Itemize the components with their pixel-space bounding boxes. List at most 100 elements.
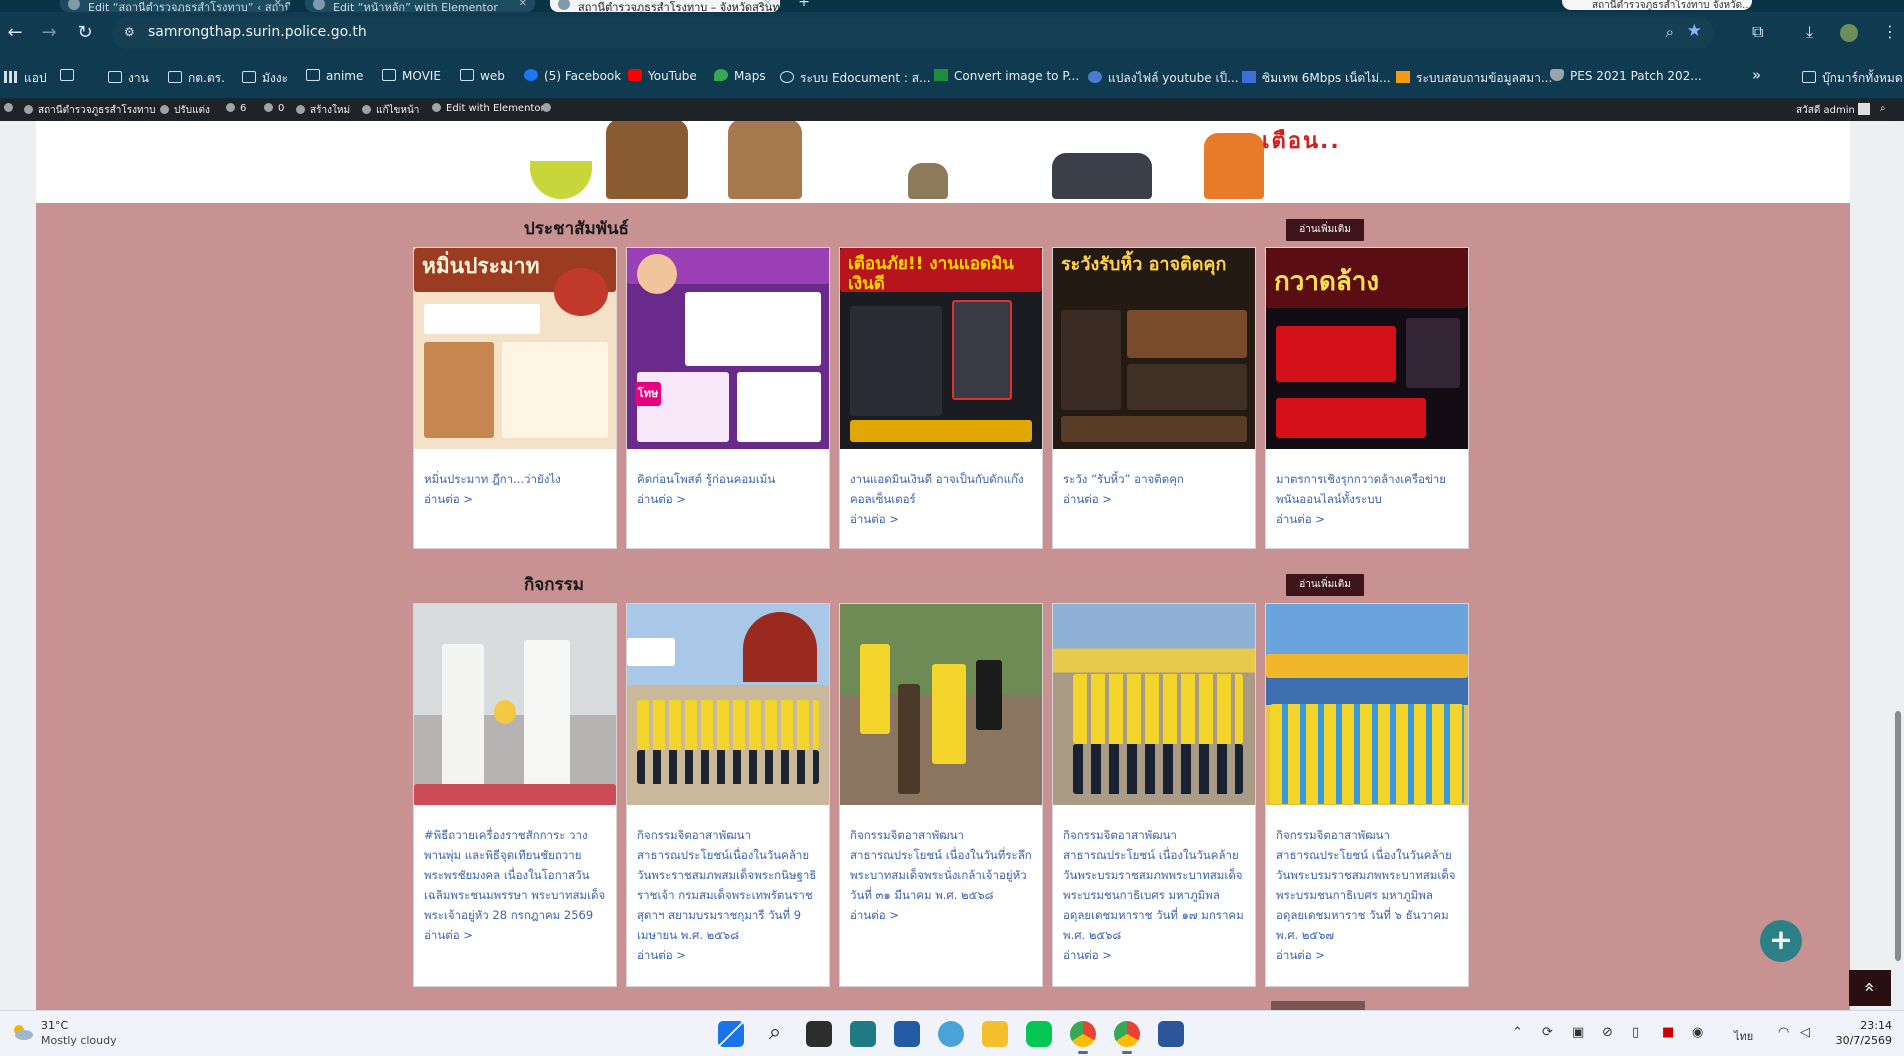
wp-updates[interactable]: 6 (226, 103, 246, 114)
read-more-link[interactable]: อ่านต่อ > (1266, 945, 1468, 965)
volume-icon[interactable]: ◁ (1800, 1025, 1810, 1040)
profile-chip[interactable]: สถานีตำรวจภูธรสำโรงทาบ จังหวัด... (1562, 0, 1752, 10)
back-to-top-button[interactable]: » (1849, 970, 1891, 1006)
pr-card[interactable]: เตือนภัย!! งานแอดมินเงินดี (839, 247, 1043, 453)
forward-arrow-icon[interactable]: → (38, 22, 60, 44)
pr-poster-image[interactable]: เตือนภัย!! งานแอดมินเงินดี (840, 248, 1042, 450)
bookmark-convert-youtube[interactable]: แปลงไฟล์ youtube เป็... (1088, 69, 1239, 88)
edge-icon[interactable] (938, 1021, 964, 1047)
bookmark-grid[interactable] (60, 69, 80, 83)
site-info-icon[interactable]: ⚙ (124, 25, 140, 41)
read-more-link[interactable]: อ่านต่อ > (414, 925, 616, 945)
browser-tab[interactable]: Edit “สถานีตำรวจภูธรสำโรงทาบ” ‹ สถานีตำร… (60, 0, 290, 12)
bookmark-star-icon[interactable]: ★ (1687, 21, 1702, 41)
wp-logo-icon[interactable] (4, 103, 18, 114)
activity-card[interactable] (413, 603, 617, 809)
clock-date[interactable]: 30/7/2569 (1836, 1034, 1892, 1047)
menu-icon[interactable]: ⋮ (1882, 22, 1898, 41)
search-icon[interactable]: ⌕ (1880, 103, 1886, 114)
card-title-link[interactable]: #พิธีถวายเครื่องราชสักการะ วางพานพุ่ม แล… (414, 825, 616, 925)
pr-card-body[interactable]: งานแอดมินเงินดี อาจเป็นกับดักแก๊งคอลเซ็น… (839, 449, 1043, 549)
extensions-icon[interactable]: ⧉ (1752, 22, 1763, 42)
scrollbar-thumb[interactable] (1895, 711, 1901, 961)
close-icon[interactable]: ✕ (519, 0, 527, 9)
activity-photo[interactable] (1266, 604, 1468, 806)
line-tray-icon[interactable]: ▣ (1572, 1025, 1584, 1040)
clock-time[interactable]: 23:14 (1860, 1019, 1892, 1032)
weather-description[interactable]: Mostly cloudy (41, 1034, 117, 1047)
bookmark-folder[interactable]: มังงะ (242, 69, 288, 88)
bookmark-apps[interactable]: แอป (4, 69, 47, 88)
activity-photo[interactable] (1053, 604, 1255, 806)
language-indicator[interactable]: ไทย (1734, 1027, 1753, 1045)
page-scrollbar[interactable] (1892, 121, 1904, 1010)
security-icon[interactable]: ◉ (1692, 1025, 1703, 1040)
reload-icon[interactable]: ↻ (74, 22, 96, 44)
bookmark-pes[interactable]: PES 2021 Patch 202... (1550, 69, 1702, 83)
activity-card-body[interactable]: กิจกรรมจิตอาสาพัฒนาสาธารณประโยชน์เนื่องใ… (626, 805, 830, 987)
cloudy-weather-icon[interactable] (10, 1022, 34, 1042)
activity-card-body[interactable]: กิจกรรมจิตอาสาพัฒนาสาธารณประโยชน์ เนื่อง… (1052, 805, 1256, 987)
pr-card-body[interactable]: ระวัง “รับหิ้ว” อาจติดคุก อ่านต่อ > (1052, 449, 1256, 549)
pr-card[interactable]: หมิ่นประมาท (413, 247, 617, 453)
bookmark-folder[interactable]: กต.ตร. (168, 69, 225, 88)
card-title-link[interactable]: กิจกรรมจิตอาสาพัฒนาสาธารณประโยชน์เนื่องใ… (627, 825, 829, 945)
close-icon[interactable]: ✕ (274, 0, 282, 9)
read-more-link[interactable]: อ่านต่อ > (627, 489, 829, 509)
bookmark-maps[interactable]: Maps (714, 69, 766, 83)
pr-card[interactable]: ระวังรับหิ้ว อาจติดคุก (1052, 247, 1256, 453)
chrome-icon[interactable] (1070, 1021, 1096, 1054)
close-icon[interactable]: ✕ (764, 0, 772, 9)
activity-card-body[interactable]: กิจกรรมจิตอาสาพัฒนาสาธารณประโยชน์ เนื่อง… (1265, 805, 1469, 987)
read-more-link[interactable]: อ่านต่อ > (627, 945, 829, 965)
bookmark-sim[interactable]: ซิมเทพ 6Mbps เน็ตไม่... (1242, 69, 1391, 88)
word-icon[interactable] (1158, 1021, 1184, 1047)
battery-icon[interactable]: ▯ (1632, 1025, 1639, 1040)
activity-photo[interactable] (414, 604, 616, 806)
bookmark-folder[interactable]: งาน (108, 69, 149, 88)
activity-card[interactable] (839, 603, 1043, 809)
card-title-link[interactable]: งานแอดมินเงินดี อาจเป็นกับดักแก๊งคอลเซ็น… (840, 469, 1042, 509)
bookmark-query[interactable]: ระบบสอบถามข้อมูลสมา... (1396, 69, 1552, 88)
wp-new[interactable]: สร้างใหม่ (296, 103, 350, 118)
bookmark-folder[interactable]: MOVIE (382, 69, 441, 83)
pr-poster-image[interactable]: กวาดล้าง (1266, 248, 1468, 450)
clock-app-icon[interactable] (850, 1021, 876, 1047)
wifi-icon[interactable]: ◠ (1778, 1025, 1789, 1040)
bookmark-facebook[interactable]: (5) Facebook (524, 69, 621, 83)
activity-card[interactable] (1265, 603, 1469, 809)
activity-card-body[interactable]: #พิธีถวายเครื่องราชสักการะ วางพานพุ่ม แล… (413, 805, 617, 987)
card-title-link[interactable]: ระวัง “รับหิ้ว” อาจติดคุก (1053, 469, 1255, 489)
activity-photo[interactable] (627, 604, 829, 806)
zoom-icon[interactable]: ⌕ (1666, 23, 1674, 41)
windows-start-icon[interactable] (718, 1021, 744, 1047)
pr-poster-image[interactable]: โทษ (627, 248, 829, 450)
bookmark-youtube[interactable]: YouTube (628, 69, 697, 83)
card-title-link[interactable]: มาตรการเชิงรุกกวาดล้างเครือข่ายพนันออนไล… (1266, 469, 1468, 509)
pdf-icon[interactable]: ■ (1662, 1025, 1674, 1040)
pr-poster-image[interactable]: หมิ่นประมาท (414, 248, 616, 450)
wp-customize[interactable]: ปรับแต่ง (160, 103, 210, 118)
all-bookmarks[interactable]: บุ๊กมาร์กทั้งหมด (1802, 69, 1903, 88)
address-bar[interactable]: ⚙ samrongthap.surin.police.go.th ⌕ ★ (112, 17, 1714, 49)
sync-icon[interactable]: ⟳ (1542, 1025, 1553, 1040)
read-more-link[interactable]: อ่านต่อ > (840, 905, 1042, 925)
read-more-link[interactable]: อ่านต่อ > (1053, 489, 1255, 509)
url-text[interactable]: samrongthap.surin.police.go.th (148, 24, 367, 40)
activity-card[interactable] (1052, 603, 1256, 809)
read-more-link[interactable]: อ่านต่อ > (1266, 509, 1468, 529)
read-more-link[interactable]: อ่านต่อ > (840, 509, 1042, 529)
floating-add-button[interactable]: + (1760, 920, 1802, 962)
weather-temperature[interactable]: 31°C (41, 1019, 68, 1032)
card-title-link[interactable]: กิจกรรมจิตอาสาพัฒนาสาธารณประโยชน์ เนื่อง… (840, 825, 1042, 905)
card-title-link[interactable]: คิดก่อนโพสต์ รู้ก่อนคอมเม้น (627, 469, 829, 489)
pr-card-body[interactable]: หมิ่นประมาท ฎีกา...ว่ายังไง อ่านต่อ > (413, 449, 617, 549)
bookmark-folder[interactable]: web (460, 69, 505, 83)
pr-card-body[interactable]: มาตรการเชิงรุกกวาดล้างเครือข่ายพนันออนไล… (1265, 449, 1469, 549)
read-more-link[interactable]: อ่านต่อ > (1053, 945, 1255, 965)
card-title-link[interactable]: กิจกรรมจิตอาสาพัฒนาสาธารณประโยชน์ เนื่อง… (1053, 825, 1255, 945)
new-tab-button[interactable]: + (793, 0, 815, 10)
wp-edit-elementor[interactable]: Edit with Elementor (432, 103, 545, 114)
chrome-icon[interactable] (1114, 1021, 1140, 1054)
avatar[interactable] (1840, 24, 1858, 42)
